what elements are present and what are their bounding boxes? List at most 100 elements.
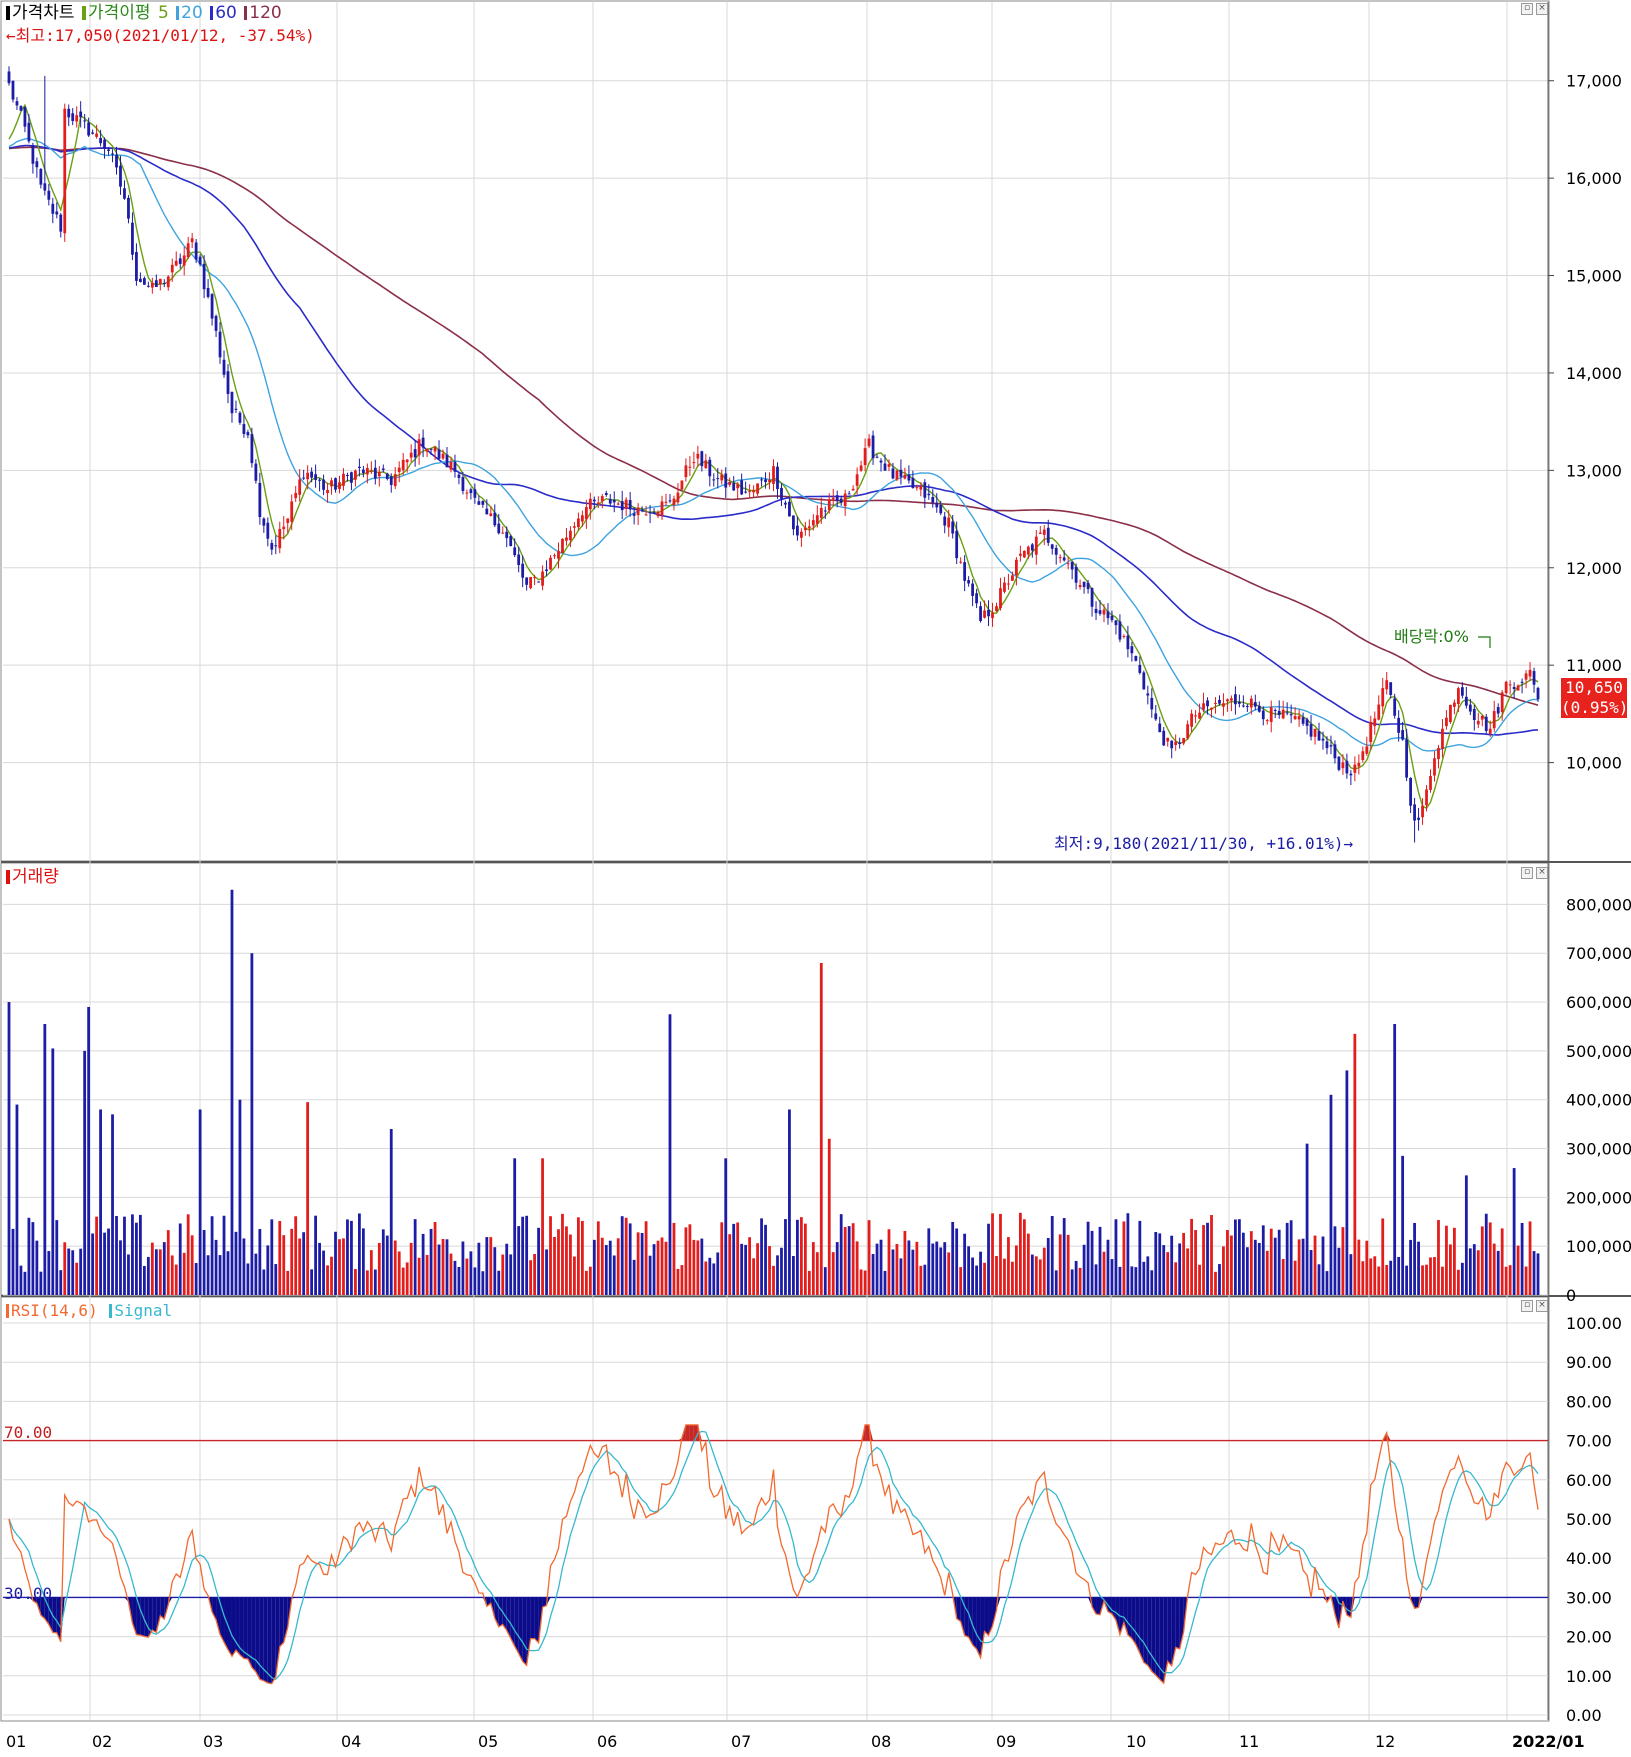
candle-body [35,161,39,168]
candle-body [1353,764,1357,773]
volume-panel-minimize-button[interactable]: ▫ [1521,867,1533,879]
volume-bar [1492,1243,1496,1295]
rsi-oversold-fill [243,1597,248,1659]
candle-body [1269,707,1273,722]
rsi-upper-label: 70.00 [4,1423,53,1442]
rsi-panel-minimize-button[interactable]: ▫ [1521,1300,1533,1312]
candle-body [732,482,736,491]
volume-bar [1357,1239,1361,1295]
candle-body [1011,575,1014,581]
volume-bar [756,1243,759,1295]
rsi-oversold-fill [231,1597,236,1657]
candle-body [1249,698,1253,708]
volume-bar [55,1220,59,1295]
candle-body [1170,740,1174,749]
volume-bar [716,1252,720,1295]
volume-bar [943,1242,947,1295]
candle-body [270,543,274,550]
volume-bar [863,1270,867,1295]
volume-bar [1003,1258,1006,1295]
volume-bar [1456,1269,1460,1295]
volume-bar [111,1114,114,1295]
candles-group [7,66,1540,843]
volume-bar [1034,1256,1038,1295]
candle-body [350,472,353,483]
volume-bar [823,1267,827,1295]
volume-bar [1194,1230,1197,1295]
candle-body [154,280,158,287]
rsi-oversold-fill [518,1597,523,1662]
ma-label: 가격이평 [87,3,151,23]
candle-body [1222,703,1225,707]
volume-bar [1516,1245,1520,1295]
volume-bar [1206,1222,1209,1295]
volume-bar [1317,1264,1321,1295]
volume-bar [1249,1231,1253,1295]
candle-body [660,501,664,516]
candle-body [780,487,783,499]
volume-bar [123,1216,126,1295]
candle-body [577,518,580,528]
volume-bar [1385,1264,1389,1295]
volume-bar [1413,1222,1416,1295]
volume-bar [692,1239,696,1295]
candle-body [457,474,461,478]
candle-body [1361,751,1365,761]
volume-panel-close-button[interactable]: × [1536,867,1548,879]
volume-bar [469,1251,473,1295]
volume-bar [1309,1250,1313,1295]
candle-body [1182,738,1186,744]
candle-body [1142,672,1146,690]
candle-body [692,462,696,464]
candle-body [561,538,564,554]
rsi-axis-label: 30.00 [1566,1588,1612,1607]
candle-body [166,276,170,288]
volume-bar [1353,1033,1357,1295]
candle-body [107,149,110,151]
volume-bar [11,1228,15,1295]
candle-body [533,577,536,579]
candle-body [1437,747,1440,760]
volume-bar [246,1263,250,1295]
candle-body [1309,724,1313,737]
candle-body [847,493,851,495]
volume-bar [465,1258,469,1295]
volume-bar [1520,1222,1524,1295]
rsi-axis-label: 40.00 [1566,1549,1612,1568]
rsi-panel-close-button[interactable]: × [1536,1300,1548,1312]
candle-body [871,435,875,459]
candle-body [652,512,656,514]
candle-body [744,491,748,493]
candle-body [776,466,779,490]
volume-bars-group [7,889,1540,1295]
candle-body [867,438,871,447]
price-panel-minimize-button[interactable]: ▫ [1521,3,1533,15]
volume-bar [728,1234,732,1295]
volume-axis-label: 200,000 [1566,1188,1631,1207]
candle-body [1110,615,1114,621]
high-price-note: ←최고:17,050(2021/01/12, -37.54%) [6,26,315,45]
candle-body [656,512,660,517]
rsi-oversold-fill [1143,1597,1148,1666]
volume-axis-label: 400,000 [1566,1091,1631,1110]
volume-bar [991,1213,994,1295]
rsi-oversold-fill [514,1597,519,1654]
volume-bar [1094,1264,1098,1295]
volume-bar [1138,1220,1142,1295]
candle-body [1488,728,1492,734]
volume-bar [342,1238,345,1295]
candle-body [449,461,453,470]
candle-body [1074,566,1078,583]
x-axis-tick-label: 2022/01 [1512,1732,1585,1751]
volume-bar [47,1251,51,1295]
candle-body [19,106,23,111]
candle-body [1122,636,1126,638]
price-axis-label: 13,000 [1566,461,1622,480]
candle-body [1030,544,1034,551]
candle-body [91,132,95,134]
volume-bar [911,1249,915,1295]
volume-bar [206,1255,210,1295]
volume-bar [1341,1227,1345,1295]
price-panel-close-button[interactable]: × [1536,3,1548,15]
candle-body [15,101,19,106]
